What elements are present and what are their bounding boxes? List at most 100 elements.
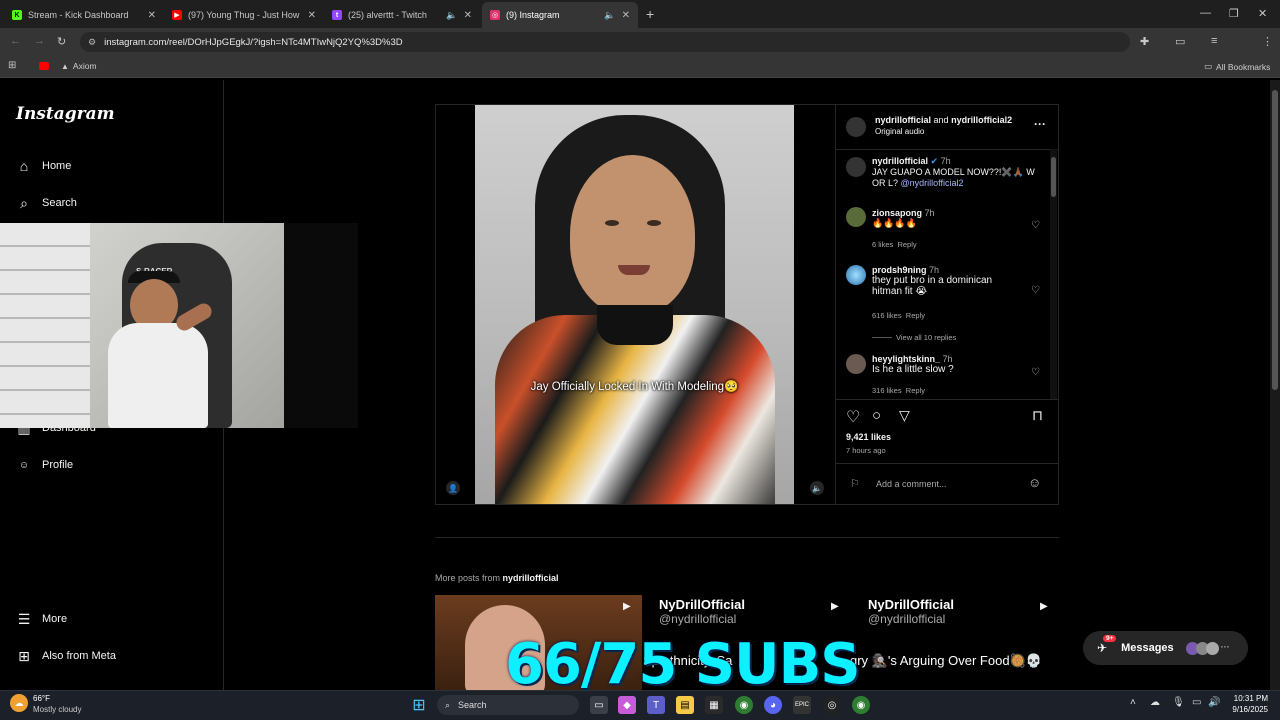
caption-user[interactable]: nydrillofficial xyxy=(872,156,928,166)
nav-also-from-meta[interactable]: ⊞ Also from Meta xyxy=(16,648,116,664)
save-icon[interactable]: ⊓ xyxy=(1032,407,1043,424)
speaker-icon[interactable]: 🔈 xyxy=(446,10,457,21)
youtube-bookmark-icon[interactable] xyxy=(39,62,49,70)
task-view-icon[interactable]: ▭ xyxy=(590,696,608,714)
black-collar xyxy=(597,305,673,345)
author-link[interactable]: nydrillofficial xyxy=(875,115,931,125)
speaker-icon[interactable]: 🔈 xyxy=(604,10,615,21)
nav-profile[interactable]: ☺ Profile xyxy=(16,457,73,473)
onedrive-icon[interactable]: ☁ xyxy=(1150,697,1160,708)
reply-button[interactable]: Reply xyxy=(906,311,925,320)
nav-search[interactable]: ⌕ Search xyxy=(16,195,77,211)
reel-video[interactable]: Jay Officially Locked In With Modeling🥺 xyxy=(475,105,794,504)
bookmark-axiom[interactable]: ▲ Axiom xyxy=(61,61,97,71)
microphone-icon[interactable]: 🎙 xyxy=(1172,697,1185,708)
epic-games-icon[interactable]: EPIC xyxy=(793,696,811,714)
post-thumbnail[interactable]: NyDrillOfficial @nydrillofficial gry 🕵🏿'… xyxy=(850,595,1059,690)
address-bar[interactable]: ⚙ instagram.com/reel/DOrHJpGEgkJ/?igsh=N… xyxy=(80,32,1130,52)
network-icon[interactable]: ▭ xyxy=(1192,697,1201,708)
new-tab-icon[interactable]: + xyxy=(646,6,654,22)
site-info-icon[interactable]: ⚙ xyxy=(88,37,96,48)
more-options-icon[interactable]: ··· xyxy=(1034,117,1046,131)
close-icon[interactable]: ✕ xyxy=(308,10,316,21)
weather-temp[interactable]: 66°F xyxy=(33,694,50,703)
comment-icon[interactable]: ○ xyxy=(872,407,881,424)
comment-text: they put bro in a dominican hitman fit 😭 xyxy=(872,275,993,297)
likes-count[interactable]: 9,421 likes xyxy=(846,432,891,442)
chrome-icon[interactable]: ◉ xyxy=(852,696,870,714)
obs-icon[interactable]: ◎ xyxy=(823,696,841,714)
comments-scrollbar[interactable] xyxy=(1050,149,1057,399)
like-comment-icon[interactable]: ♡ xyxy=(1031,220,1040,231)
teams-icon[interactable]: T xyxy=(647,696,665,714)
like-icon[interactable]: ♡ xyxy=(846,407,860,427)
apps-grid-icon[interactable]: ⊞ xyxy=(8,60,16,71)
reply-button[interactable]: Reply xyxy=(897,240,916,249)
more-posts-user[interactable]: nydrillofficial xyxy=(503,573,559,583)
audio-link[interactable]: Original audio xyxy=(875,127,924,136)
reply-button[interactable]: Reply xyxy=(906,386,925,395)
weather-icon[interactable]: ☁ xyxy=(10,694,28,712)
comment-user[interactable]: heyylightskinn_ xyxy=(872,354,940,364)
emoji-icon[interactable]: ☺ xyxy=(1028,475,1041,490)
volume-tray-icon[interactable]: 🔊 xyxy=(1208,697,1220,708)
add-comment-input[interactable]: Add a comment... xyxy=(876,479,947,489)
all-bookmarks-label: All Bookmarks xyxy=(1216,61,1271,72)
file-explorer-icon[interactable]: ▤ xyxy=(676,696,694,714)
hamburger-icon: ☰ xyxy=(17,610,31,627)
volume-icon[interactable]: 🔈 xyxy=(810,481,824,495)
nav-home[interactable]: ⌂ Home xyxy=(16,158,72,174)
extensions-icon[interactable]: ✚ xyxy=(1140,35,1149,48)
windows-taskbar xyxy=(0,690,1280,720)
tab-twitch[interactable]: t (25) alverttt - Twitch 🔈 ✕ xyxy=(324,2,480,28)
commenter-avatar[interactable] xyxy=(846,265,866,285)
copilot-icon[interactable]: ◆ xyxy=(618,696,636,714)
tab-kick-dashboard[interactable]: K Stream - Kick Dashboard ✕ xyxy=(4,2,164,28)
comment-likes[interactable]: 616 likes xyxy=(872,311,902,320)
forward-icon[interactable]: → xyxy=(34,35,45,47)
comment-user[interactable]: zionsapong xyxy=(872,208,922,218)
share-icon[interactable]: ▽ xyxy=(899,407,910,424)
caption-mention[interactable]: @nydrillofficial2 xyxy=(901,178,964,188)
window-close-icon[interactable]: ✕ xyxy=(1258,7,1267,20)
commenter-avatar[interactable] xyxy=(846,207,866,227)
clock-date[interactable]: 9/16/2025 xyxy=(1226,705,1268,714)
scrollbar-thumb[interactable] xyxy=(1272,90,1278,390)
maximize-icon[interactable]: ❐ xyxy=(1229,7,1239,20)
reload-icon[interactable]: ↻ xyxy=(57,35,66,48)
windows-start-icon[interactable]: ⊞ xyxy=(410,696,428,714)
page-scrollbar[interactable] xyxy=(1270,80,1280,690)
coauthor-link[interactable]: nydrillofficial2 xyxy=(951,115,1012,125)
nav-more[interactable]: ☰ More xyxy=(16,611,67,627)
kebab-menu-icon[interactable]: ⋮ xyxy=(1262,35,1273,48)
chrome-icon[interactable]: ◉ xyxy=(735,696,753,714)
like-comment-icon[interactable]: ♡ xyxy=(1031,367,1040,378)
tray-chevron-icon[interactable]: ˄ xyxy=(1130,697,1136,708)
minimize-icon[interactable]: — xyxy=(1200,7,1211,19)
author-avatar[interactable] xyxy=(846,157,866,177)
instagram-logo[interactable]: Instagram xyxy=(16,104,115,124)
comment-likes[interactable]: 316 likes xyxy=(872,386,902,395)
close-icon[interactable]: ✕ xyxy=(464,10,472,21)
comment-likes[interactable]: 6 likes xyxy=(872,240,893,249)
comment-user[interactable]: prodsh9ning xyxy=(872,265,927,275)
messages-button[interactable]: ✈ 9+ Messages ··· xyxy=(1083,631,1248,665)
cast-icon[interactable]: ▭ xyxy=(1175,35,1185,48)
taskbar-search[interactable]: ⌕ Search xyxy=(437,695,579,715)
clock-time[interactable]: 10:31 PM xyxy=(1226,694,1268,703)
like-comment-icon[interactable]: ♡ xyxy=(1031,285,1040,296)
tagged-user-icon[interactable]: 👤 xyxy=(446,481,460,495)
close-icon[interactable]: ✕ xyxy=(622,10,630,21)
scrollbar-thumb[interactable] xyxy=(1051,157,1056,197)
tab-youtube[interactable]: ▶ (97) Young Thug - Just How It Is ✕ xyxy=(164,2,324,28)
back-icon[interactable]: ← xyxy=(10,35,21,47)
tab-instagram[interactable]: ◎ (9) Instagram 🔈 ✕ xyxy=(482,2,638,28)
media-icon[interactable]: ≡ xyxy=(1211,35,1217,47)
store-icon[interactable]: ▦ xyxy=(705,696,723,714)
commenter-avatar[interactable] xyxy=(846,354,866,374)
close-icon[interactable]: ✕ xyxy=(148,10,156,21)
author-avatar[interactable] xyxy=(846,117,866,137)
view-replies[interactable]: View all 10 replies xyxy=(872,333,956,342)
all-bookmarks[interactable]: ▭ All Bookmarks xyxy=(1204,61,1270,72)
discord-icon[interactable]: ◕ xyxy=(764,696,782,714)
